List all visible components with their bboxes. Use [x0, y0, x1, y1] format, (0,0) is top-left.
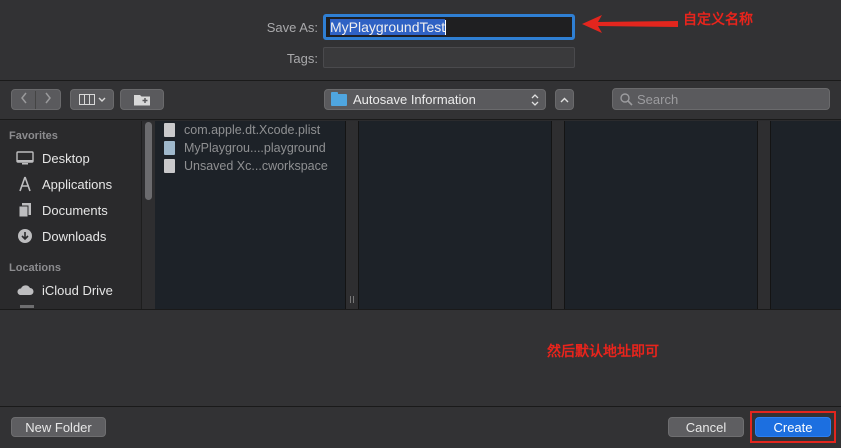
collapse-button[interactable]: [555, 89, 574, 110]
updown-chevron-icon: [531, 94, 539, 106]
save-as-field[interactable]: MyPlaygroundTest: [323, 14, 575, 40]
column-divider[interactable]: [757, 121, 771, 309]
file-name: Unsaved Xc...cworkspace: [184, 159, 328, 173]
back-forward-control[interactable]: [11, 89, 61, 110]
file-name: MyPlaygrou....playground: [184, 141, 326, 155]
search-icon: [620, 92, 633, 106]
new-folder-button[interactable]: New Folder: [11, 417, 106, 437]
file-row[interactable]: Unsaved Xc...cworkspace: [164, 157, 328, 175]
applications-icon: [15, 176, 35, 192]
annotation-arrow-icon: [582, 15, 678, 33]
column-divider[interactable]: [551, 121, 565, 309]
cancel-button[interactable]: Cancel: [668, 417, 744, 437]
sidebar-item-label: iCloud Drive: [42, 282, 113, 298]
sidebar-item-applications[interactable]: Applications: [15, 176, 112, 192]
file-name: com.apple.dt.Xcode.plist: [184, 123, 321, 137]
browser-column-1: com.apple.dt.Xcode.plist MyPlaygrou....p…: [155, 121, 345, 309]
favorites-title: Favorites: [9, 130, 58, 142]
location-popup[interactable]: Autosave Information: [324, 89, 546, 110]
chevron-down-icon: [98, 97, 105, 102]
desktop-icon: [15, 150, 35, 166]
options-area: [0, 309, 841, 406]
new-folder-icon: [134, 95, 150, 106]
cloud-icon: [15, 282, 35, 298]
new-folder-toolbar-button[interactable]: [120, 89, 164, 110]
sidebar-item-desktop[interactable]: Desktop: [15, 150, 90, 166]
view-mode-button[interactable]: [70, 89, 114, 110]
search-placeholder: Search: [637, 91, 679, 107]
sidebar-item-downloads[interactable]: Downloads: [15, 228, 106, 244]
annotation-name-note: 自定义名称: [683, 11, 753, 27]
chevron-right-icon[interactable]: [36, 91, 60, 109]
annotation-location-note: 然后默认地址即可: [547, 343, 659, 359]
columns-view-icon: [78, 94, 95, 105]
sidebar-item-documents[interactable]: Documents: [15, 202, 108, 218]
chevron-up-icon: [560, 97, 569, 102]
save-as-label: Save As:: [266, 20, 318, 35]
file-row[interactable]: MyPlaygrou....playground: [164, 139, 326, 157]
location-label: Autosave Information: [353, 92, 476, 107]
column-divider[interactable]: [345, 121, 359, 309]
chevron-left-icon[interactable]: [12, 90, 36, 109]
sidebar-item-label: Downloads: [42, 228, 107, 244]
browser-column-3: [565, 121, 757, 309]
sidebar-item-label: Documents: [42, 202, 108, 218]
text-caret: [445, 20, 447, 35]
sidebar-next-item-sliver: [20, 305, 34, 308]
sidebar-item-label: Applications: [42, 176, 113, 192]
documents-icon: [15, 202, 35, 218]
browser-column-2: [359, 121, 551, 309]
sidebar-item-label: Desktop: [42, 150, 90, 166]
save-as-value: MyPlaygroundTest: [330, 19, 446, 35]
sidebar-scroll-thumb[interactable]: [145, 122, 152, 200]
sidebar: Favorites Desktop Applications Documents…: [0, 121, 141, 309]
annotation-highlight-box: [750, 411, 836, 443]
downloads-icon: [15, 228, 35, 244]
browser-column-4: [771, 121, 841, 309]
playground-icon: [164, 141, 175, 155]
document-icon: [164, 123, 175, 137]
search-field[interactable]: Search: [612, 88, 830, 110]
locations-title: Locations: [9, 262, 61, 274]
sidebar-item-icloud-drive[interactable]: iCloud Drive: [15, 282, 113, 298]
column-resize-handle-icon[interactable]: [349, 296, 355, 303]
file-row[interactable]: com.apple.dt.Xcode.plist: [164, 121, 320, 139]
tags-label: Tags:: [286, 51, 318, 66]
folder-icon: [331, 91, 347, 106]
document-icon: [164, 159, 175, 173]
tags-field[interactable]: [323, 47, 575, 68]
